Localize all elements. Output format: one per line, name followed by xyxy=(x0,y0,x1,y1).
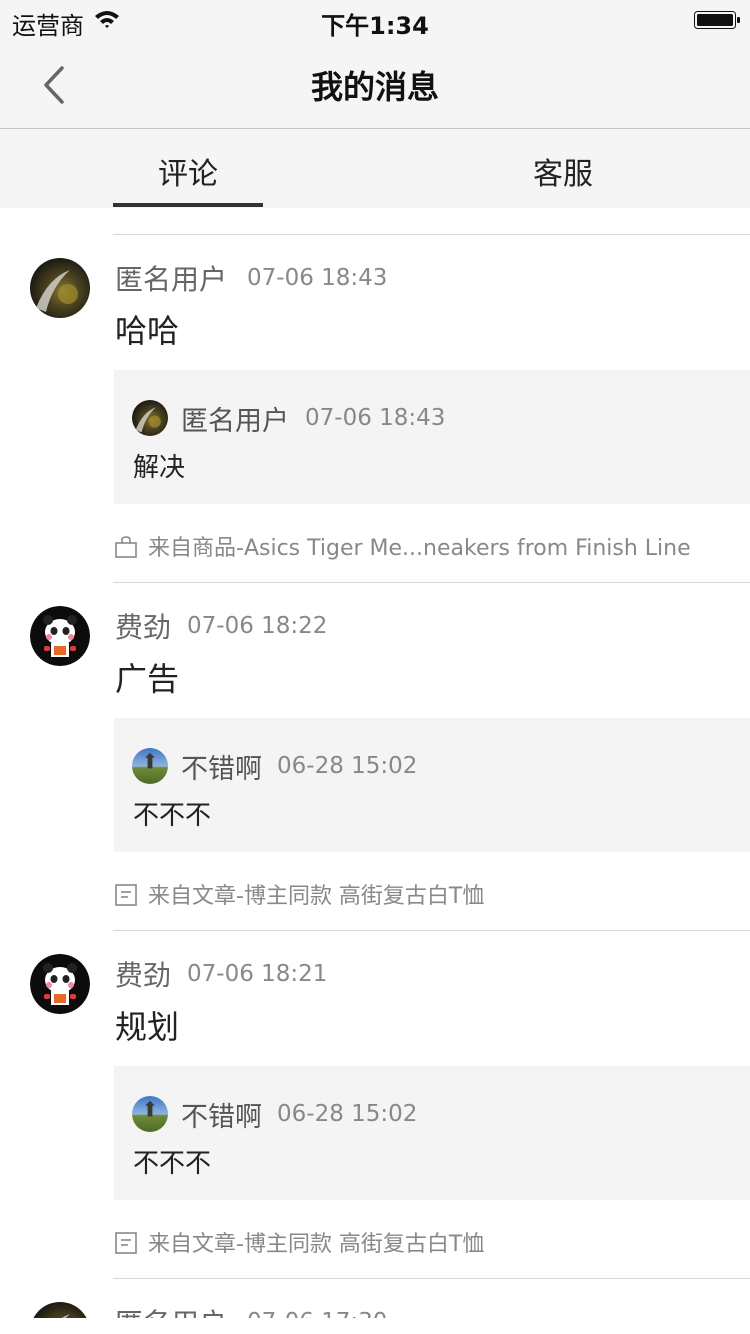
source-text: 来自商品-Asics Tiger Me...neakers from Finis… xyxy=(148,536,691,561)
reply-text: 不不不 xyxy=(133,1149,212,1179)
active-tab-indicator xyxy=(113,203,263,207)
page-title: 我的消息 xyxy=(310,68,439,106)
reply-text: 不不不 xyxy=(133,801,212,831)
reply-avatar xyxy=(132,1096,168,1132)
article-icon xyxy=(115,1232,137,1254)
comment-time: 07-06 17:30 xyxy=(247,1309,387,1318)
user-avatar[interactable] xyxy=(30,954,90,1014)
comment-item[interactable]: 费劲 07-06 18:22 广告 不错啊 06-28 15:02 不不不 来自… xyxy=(0,582,750,931)
comment-time: 07-06 18:21 xyxy=(187,961,328,987)
reply-time: 07-06 18:43 xyxy=(305,405,446,431)
reply-time: 06-28 15:02 xyxy=(277,753,418,779)
user-avatar[interactable] xyxy=(30,258,90,318)
commenter-name[interactable]: 费劲 xyxy=(115,954,171,994)
quoted-reply[interactable]: 匿名用户 07-06 18:43 解决 xyxy=(114,370,750,504)
user-avatar[interactable] xyxy=(30,1302,90,1318)
quoted-reply[interactable]: 不错啊 06-28 15:02 不不不 xyxy=(114,1066,750,1200)
tab-comments[interactable]: 评论 xyxy=(158,149,218,193)
comment-time: 07-06 18:43 xyxy=(247,265,388,291)
comment-item[interactable]: 费劲 07-06 18:21 规划 不错啊 06-28 15:02 不不不 来自… xyxy=(0,930,750,1279)
user-avatar[interactable] xyxy=(30,606,90,666)
source-text: 来自文章-博主同款 高街复古白T恤 xyxy=(148,884,485,909)
commenter-name[interactable]: 匿名用户 xyxy=(115,258,227,298)
reply-avatar xyxy=(132,748,168,784)
bag-icon xyxy=(115,536,137,558)
article-icon xyxy=(115,884,137,906)
comment-item[interactable]: 匿名用户 07-06 18:43 哈哈 匿名用户 07-06 18:43 解决 … xyxy=(0,234,750,583)
reply-author: 不错啊 xyxy=(181,754,262,785)
comment-time: 07-06 18:22 xyxy=(187,613,328,639)
tab-bar: 评论 客服 xyxy=(0,129,750,208)
source-link[interactable]: 来自文章-博主同款 高街复古白T恤 xyxy=(114,1226,484,1258)
reply-author: 不错啊 xyxy=(181,1102,262,1133)
comment-text: 广告 xyxy=(115,660,180,698)
quoted-reply[interactable]: 不错啊 06-28 15:02 不不不 xyxy=(114,718,750,852)
reply-text: 解决 xyxy=(133,453,186,483)
source-text: 来自文章-博主同款 高街复古白T恤 xyxy=(148,1232,485,1257)
tab-customer-service[interactable]: 客服 xyxy=(533,149,593,193)
comment-item[interactable]: 匿名用户 07-06 17:30 xyxy=(0,1278,750,1318)
status-bar: 运营商 下午1:34 xyxy=(0,0,750,40)
battery-icon xyxy=(694,11,740,29)
navigation-bar: 我的消息 xyxy=(0,40,750,129)
commenter-name[interactable]: 匿名用户 xyxy=(115,1302,227,1318)
source-link[interactable]: 来自商品-Asics Tiger Me...neakers from Finis… xyxy=(114,530,691,562)
reply-time: 06-28 15:02 xyxy=(277,1101,418,1127)
clock: 下午1:34 xyxy=(321,12,429,40)
source-link[interactable]: 来自文章-博主同款 高街复古白T恤 xyxy=(114,878,484,910)
comment-text: 规划 xyxy=(115,1008,180,1046)
commenter-name[interactable]: 费劲 xyxy=(115,606,171,646)
reply-author: 匿名用户 xyxy=(181,406,289,437)
reply-avatar xyxy=(132,400,168,436)
comment-text: 哈哈 xyxy=(115,312,180,350)
